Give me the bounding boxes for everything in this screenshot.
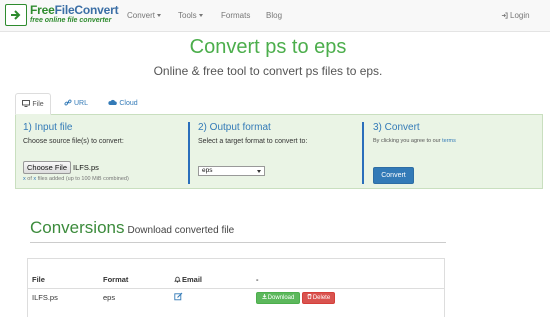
- step2-hint: Select a target format to convert to:: [198, 138, 308, 145]
- agree-text: By clicking you agree to our: [373, 138, 441, 144]
- target-format-value: eps: [202, 167, 213, 174]
- page-title: Convert ps to eps: [189, 36, 347, 58]
- cloud-icon: [108, 99, 118, 105]
- file-picker: Choose File ILFS.ps: [23, 161, 99, 174]
- terms-agreement: By clicking you agree to our terms: [373, 138, 540, 144]
- conversion-panel: 1) Input file Choose source file(s) to c…: [15, 114, 543, 189]
- step1-hint: Choose source file(s) to convert:: [23, 138, 124, 145]
- login-link[interactable]: Login: [501, 11, 530, 20]
- step2-heading: 2) Output format: [198, 122, 271, 133]
- conversions-heading: Conversions Download converted file: [30, 218, 234, 238]
- target-format-select[interactable]: eps: [198, 166, 265, 176]
- logo-tagline: free online file converter: [30, 17, 112, 24]
- conversions-subtitle: Download converted file: [127, 225, 235, 236]
- page-subtitle: Online & free tool to convert ps files t…: [153, 64, 383, 78]
- tab-file[interactable]: File: [15, 93, 51, 115]
- nav-convert-label: Convert: [127, 11, 156, 20]
- download-button[interactable]: Download: [256, 292, 300, 304]
- files-count: x: [23, 176, 26, 182]
- selected-file-name: ILFS.ps: [73, 163, 99, 172]
- row-file-name: ILFS.ps: [32, 293, 58, 302]
- top-navbar: FreeFileConvert free online file convert…: [0, 0, 550, 32]
- col-header-format: Format: [103, 275, 129, 284]
- caret-down-icon: [157, 14, 162, 18]
- nav-convert-menu[interactable]: Convert: [127, 11, 162, 20]
- divider: [30, 242, 446, 243]
- step-input-file: 1) Input file Choose source file(s) to c…: [23, 122, 187, 184]
- select-caret-icon: [257, 170, 261, 173]
- files-added-text: files added (up to 100 MiB combined): [37, 176, 129, 182]
- caret-down-icon: [198, 14, 203, 18]
- download-icon: [261, 294, 267, 299]
- files-of-label: of: [27, 176, 32, 182]
- tab-cloud-label: Cloud: [119, 100, 138, 107]
- tab-file-label: File: [32, 101, 44, 108]
- download-label: Download: [267, 295, 295, 301]
- col-header-action: -: [256, 275, 259, 284]
- conversions-title: Conversions: [30, 218, 125, 237]
- bell-icon: [174, 276, 181, 283]
- step-output-format: 2) Output format Select a target format …: [188, 122, 362, 184]
- logo-icon: [5, 4, 27, 26]
- col-header-email: Email: [174, 275, 202, 284]
- login-icon: [501, 12, 508, 19]
- nav-tools-label: Tools: [178, 11, 197, 20]
- login-label: Login: [510, 11, 530, 20]
- tab-url[interactable]: URL: [58, 93, 94, 115]
- nav-formats-link[interactable]: Formats: [221, 11, 250, 20]
- step-convert: 3) Convert By clicking you agree to our …: [362, 122, 540, 184]
- link-icon: [64, 99, 72, 106]
- delete-label: Delete: [312, 295, 331, 301]
- nav-tools-menu[interactable]: Tools: [178, 11, 203, 20]
- logo-title: FreeFileConvert: [30, 3, 119, 17]
- nav-blog-link[interactable]: Blog: [266, 11, 282, 20]
- tab-cloud[interactable]: Cloud: [103, 93, 143, 115]
- monitor-icon: [22, 100, 31, 107]
- table-row-divider: [27, 288, 445, 289]
- convert-button[interactable]: Convert: [373, 167, 414, 184]
- step1-heading: 1) Input file: [23, 122, 73, 133]
- row-format: eps: [103, 293, 116, 302]
- step3-heading: 3) Convert: [373, 122, 420, 133]
- delete-button[interactable]: Delete: [302, 292, 335, 304]
- site-logo[interactable]: FreeFileConvert free online file convert…: [5, 3, 119, 29]
- trash-icon: [307, 294, 312, 299]
- files-max: x: [33, 176, 37, 182]
- tab-url-label: URL: [73, 100, 88, 107]
- terms-link[interactable]: terms: [442, 138, 456, 144]
- choose-file-button[interactable]: Choose File: [23, 161, 72, 174]
- col-header-email-label: Email: [182, 275, 203, 284]
- edit-email-icon[interactable]: [174, 292, 183, 301]
- files-added-info: x of x files added (up to 100 MiB combin…: [23, 176, 129, 182]
- col-header-file: File: [32, 275, 45, 284]
